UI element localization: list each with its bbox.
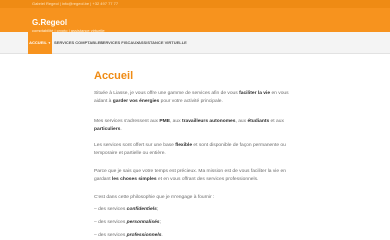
text: , aux [169,119,182,124]
text: pour votre activité principale. [159,99,223,105]
audience-paragraph: Mes services s'adressent aux PME, aux tr… [94,118,298,135]
main-navigation: Accueil▼ Services comptables Services fi… [0,32,390,54]
list-item: – des services professionnels. [94,232,298,240]
bold-text: les choses simples [111,177,157,183]
emphasis-text: professionnels [126,233,162,238]
bold-text: PME [159,119,170,124]
text: Située à Liasse, je vous offre une gamme… [94,91,240,96]
brand-logo[interactable]: G.Regeol [32,18,67,27]
emphasis-text: personnalisés [126,220,160,225]
text: ; [156,207,159,212]
bold-text: étudiants [247,119,270,124]
top-info-bar: Gabriel Regeol | info@regeol.be | +32 49… [0,0,390,8]
philosophy-paragraph: C'est dans cette philosophie que je m'en… [94,195,215,200]
contact-info: Gabriel Regeol | info@regeol.be | +32 49… [32,1,119,6]
page-title: Accueil [94,70,134,82]
text: et en vous offrant des services professi… [156,177,259,183]
list-item: – des services confidentiels; [94,206,298,214]
nav-item-label: Services comptables [54,40,103,45]
text: . [120,127,122,133]
nav-item-label: Services fiscaux [100,40,139,45]
text: – des services [94,207,127,212]
text: . [161,233,163,238]
chevron-down-icon: ▼ [47,41,51,45]
text: – des services [94,220,127,225]
text: Les services sont offert sur une base [94,143,176,148]
text: et aux [269,119,284,124]
list-item: – des services personnalisés; [94,219,298,227]
text: ; [159,220,161,225]
bold-text: garder vos énergies [112,99,160,105]
bold-text: flexible [175,143,193,148]
mission-paragraph: Parce que je sais que votre temps est pr… [94,168,298,185]
bold-text: faciliter la vie [239,91,271,96]
nav-item-assistance-virtuelle[interactable]: Assistance virtuelle [138,32,187,54]
emphasis-text: confidentiels [126,207,157,212]
nav-item-services-comptables[interactable]: Services comptables [54,32,103,54]
nav-item-services-fiscaux[interactable]: Services fiscaux [100,32,139,54]
nav-item-label: Assistance virtuelle [138,40,187,45]
nav-item-accueil[interactable]: Accueil▼ [28,32,52,54]
bold-text: travailleurs autonomes [181,119,236,124]
bold-text: particuliers [94,127,121,133]
flexibility-paragraph: Les services sont offert sur une base fl… [94,142,298,159]
text: Mes services s'adressent aux [94,119,160,124]
site-header: G.Regeol comptabilité | crypto | assista… [0,8,390,33]
nav-item-label: Accueil [29,40,47,45]
text: – des services [94,233,127,238]
intro-paragraph: Située à Liasse, je vous offre une gamme… [94,90,298,107]
text: , aux [235,119,248,124]
